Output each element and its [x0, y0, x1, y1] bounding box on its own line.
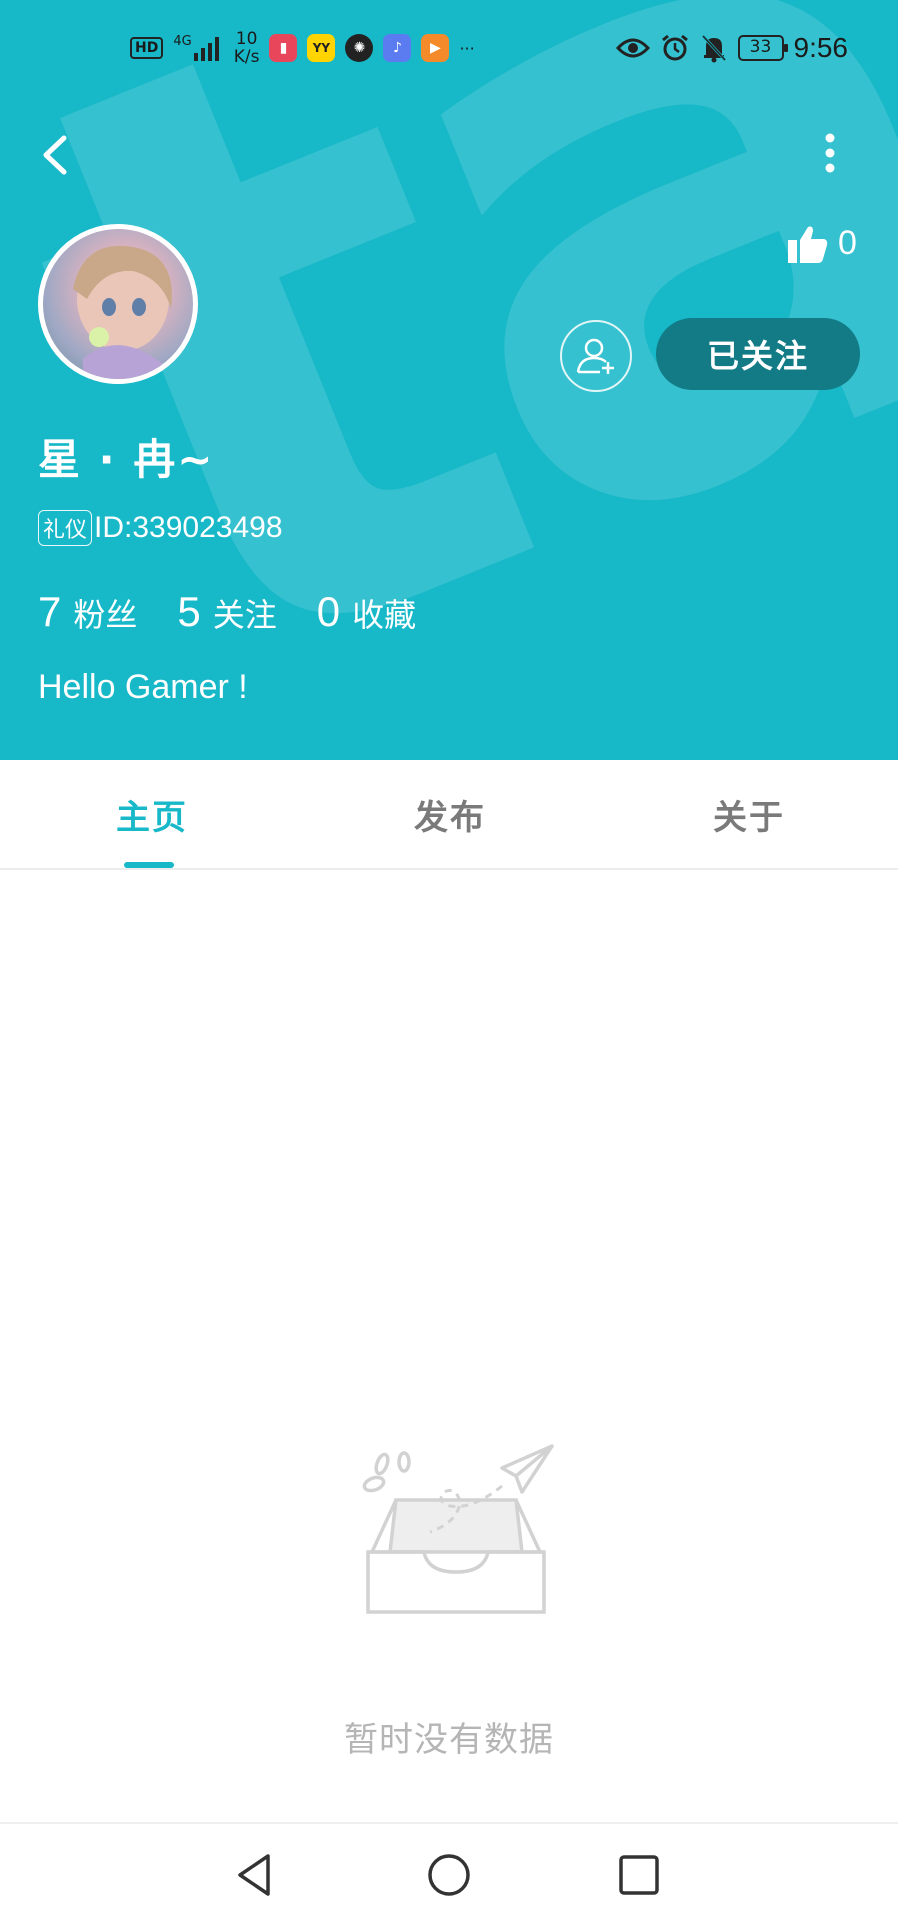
system-navigation-bar	[0, 1822, 898, 1920]
tab-home[interactable]: 主页	[116, 790, 188, 839]
stat-following-value: 5	[177, 588, 201, 635]
profile-header: tap HD 4G 10 K/s ▮ YY ✺ ♪ ▶ ··· 33 9:56	[0, 0, 898, 760]
music-app-icon: ♪	[383, 34, 412, 62]
tab-posts[interactable]: 发布	[414, 790, 486, 839]
eye-icon	[615, 38, 650, 58]
yy-app-icon: YY	[307, 34, 336, 62]
user-id: ID:339023498	[94, 511, 283, 544]
recents-square-icon[interactable]	[616, 1852, 662, 1898]
battery-indicator: 33	[737, 35, 788, 61]
username: 星 · 冉~	[38, 435, 215, 484]
aperture-app-icon: ✺	[345, 34, 374, 62]
empty-state-message: 暂时没有数据	[344, 1720, 554, 1760]
stat-following-label: 关注	[212, 596, 277, 634]
active-tab-indicator	[124, 862, 174, 868]
stat-fans[interactable]: 7 粉丝	[38, 588, 177, 636]
add-friend-button[interactable]	[560, 320, 632, 392]
more-notifications-icon: ···	[459, 38, 475, 58]
stat-fans-value: 7	[38, 588, 62, 635]
add-user-icon	[576, 338, 614, 374]
stat-favorites-label: 收藏	[352, 596, 417, 634]
thumbs-up-icon	[788, 226, 828, 263]
profile-stats: 7 粉丝 5 关注 0 收藏	[38, 588, 456, 636]
stat-favorites-value: 0	[316, 588, 341, 635]
stat-fans-label: 粉丝	[73, 596, 138, 634]
id-badge: 礼仪	[38, 510, 93, 546]
status-bar-right: 33 9:56	[615, 32, 849, 64]
hd-badge: HD	[130, 37, 164, 59]
back-triangle-icon[interactable]	[232, 1852, 278, 1898]
empty-inbox-paper-plane-icon	[362, 1444, 554, 1614]
network-speed: 10 K/s	[233, 29, 260, 67]
back-arrow-icon[interactable]	[38, 130, 74, 180]
profile-tabs: 主页 发布 关于	[0, 760, 898, 870]
user-bio: Hello Gamer !	[38, 668, 248, 706]
stat-following[interactable]: 5 关注	[177, 588, 316, 636]
mute-bell-icon	[701, 34, 726, 63]
avatar[interactable]	[38, 224, 198, 384]
status-bar: HD 4G 10 K/s ▮ YY ✺ ♪ ▶ ··· 33 9:56	[0, 0, 898, 100]
status-bar-left: HD 4G 10 K/s ▮ YY ✺ ♪ ▶ ···	[130, 30, 475, 66]
stat-favorites[interactable]: 0 收藏	[317, 588, 456, 636]
more-vertical-icon[interactable]	[818, 130, 842, 176]
user-id-row: 礼仪 ID:339023498	[38, 510, 283, 546]
home-circle-icon[interactable]	[426, 1852, 472, 1898]
clock: 9:56	[793, 32, 849, 63]
book-app-icon: ▮	[269, 34, 298, 62]
video-app-icon: ▶	[421, 34, 450, 62]
tab-about[interactable]: 关于	[713, 790, 785, 839]
likes-count: 0	[838, 224, 857, 262]
alarm-icon	[661, 34, 688, 61]
avatar-illustration	[73, 245, 172, 379]
cell-signal-icon: 4G	[173, 35, 223, 61]
likes-counter[interactable]: 0	[788, 224, 857, 263]
following-button[interactable]: 已关注	[656, 318, 860, 390]
